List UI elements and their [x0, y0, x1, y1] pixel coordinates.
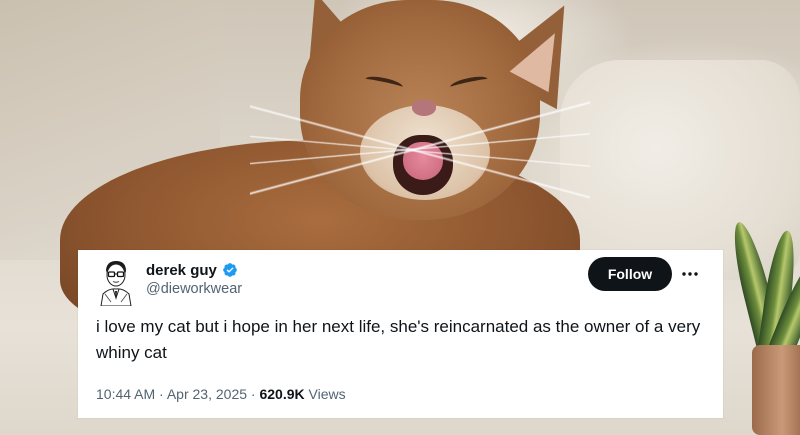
tweet-time[interactable]: 10:44 AM — [96, 386, 155, 402]
follow-button[interactable]: Follow — [588, 257, 672, 291]
tweet-card[interactable]: derek guy @dieworkwear Follow i love my … — [78, 250, 723, 418]
avatar-portrait-icon — [100, 261, 132, 307]
plant-pot — [752, 345, 800, 435]
author-display-name[interactable]: derek guy — [146, 262, 217, 279]
tweet-meta: 10:44 AM · Apr 23, 2025 · 620.9K Views — [96, 386, 346, 402]
author-handle[interactable]: @dieworkwear — [146, 281, 242, 297]
cat-whiskers — [250, 100, 590, 200]
avatar[interactable] — [99, 258, 133, 307]
tweet-date[interactable]: Apr 23, 2025 — [167, 386, 247, 402]
author-name-row: derek guy — [146, 260, 238, 280]
tweet-text: i love my cat but i hope in her next lif… — [96, 317, 701, 362]
views-label: Views — [308, 386, 346, 402]
verified-badge-icon — [222, 262, 238, 278]
more-options-icon[interactable] — [678, 264, 702, 284]
meta-separator-dot-2: · — [250, 386, 256, 402]
views-count: 620.9K — [259, 386, 305, 402]
